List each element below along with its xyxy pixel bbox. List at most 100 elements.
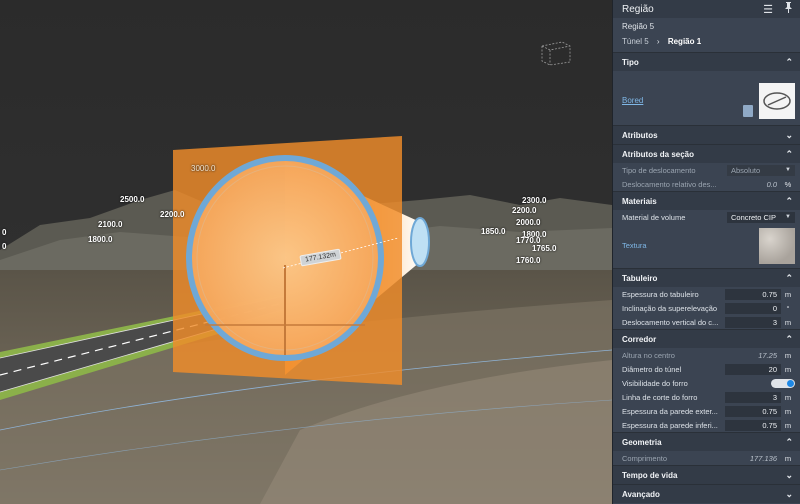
section-materiais[interactable]: Materiais ⌃ — [613, 191, 800, 210]
field-label: Deslocamento vertical do c... — [622, 317, 719, 327]
field-label: Comprimento — [622, 453, 668, 463]
field-label: Material de volume — [622, 212, 686, 222]
unit-label: m — [784, 392, 792, 402]
section-tempo-vida[interactable]: Tempo de vida ⌄ — [613, 465, 800, 484]
row-parede-inferior: Espessura da parede inferi... 0.75 m — [613, 418, 800, 432]
select-value: Absoluto — [731, 165, 761, 175]
chevron-down-icon: ⌄ — [785, 469, 793, 480]
elevation-label: 1765.0 — [532, 244, 557, 253]
panel-header: Região ☰ — [613, 0, 800, 18]
caret-down-icon: ▼ — [785, 167, 791, 173]
breadcrumb-parent[interactable]: Túnel 5 — [622, 37, 649, 46]
texture-swatch[interactable] — [759, 228, 795, 264]
row-altura-centro: Altura no centro 17.25 m — [613, 348, 800, 362]
section-label: Geometria — [622, 437, 662, 447]
row-tipo-deslocamento: Tipo de deslocamento Absoluto ▼ — [613, 163, 800, 177]
elevation-label: 1850.0 — [481, 227, 506, 236]
elevation-label: 1800.0 — [88, 235, 113, 244]
section-label: Atributos — [622, 130, 658, 140]
unit-label: m — [784, 406, 792, 416]
type-thumbnail[interactable] — [759, 83, 795, 119]
unit-label: % — [784, 179, 792, 189]
row-inclinacao: Inclinação da superelevação 0 ° — [613, 301, 800, 315]
row-material-volume: Material de volume Concreto CIP ▼ — [613, 210, 800, 224]
toggle-wrapper — [721, 378, 795, 388]
unit-label: m — [784, 420, 792, 430]
section-atributos-secao[interactable]: Atributos da seção ⌃ — [613, 144, 800, 163]
field-label: Tipo de deslocamento — [622, 165, 696, 175]
section-atributos[interactable]: Atributos ⌄ — [613, 125, 800, 144]
superelevation-input[interactable]: 0 — [725, 302, 781, 314]
properties-panel: Região ☰ Região 5 Túnel 5 › Região 1 Tip… — [612, 0, 800, 504]
chevron-down-icon: ⌄ — [785, 129, 793, 140]
elevation-label: 2200.0 — [160, 210, 185, 219]
row-linha-corte: Linha de corte do forro 3 m — [613, 390, 800, 404]
row-deslocamento-relativo: Deslocamento relativo des... 0.0 % — [613, 177, 800, 191]
field-label: Linha de corte do forro — [622, 392, 698, 402]
outer-wall-input[interactable]: 0.75 — [725, 405, 781, 417]
field-label: Inclinação da superelevação — [622, 303, 718, 313]
elevation-label: 1760.0 — [516, 256, 541, 265]
panel-subtitle: Região 5 — [622, 22, 655, 31]
field-label: Espessura do tabuleiro — [622, 289, 699, 299]
caret-down-icon: ▼ — [785, 214, 791, 220]
unit-label: m — [784, 289, 792, 299]
section-label: Corredor — [622, 334, 657, 344]
unit-label: m — [784, 317, 792, 327]
field-label: Diâmetro do túnel — [622, 364, 682, 374]
chevron-up-icon: ⌃ — [785, 436, 793, 447]
3d-viewport[interactable]: 3000.0 2500.0 2200.0 2100.0 1800.0 0 0 2… — [0, 0, 612, 504]
displacement-type-select[interactable]: Absoluto ▼ — [727, 164, 795, 176]
field-label: Altura no centro — [622, 350, 675, 360]
elevation-label: 2200.0 — [512, 206, 537, 215]
chevron-up-icon: ⌃ — [785, 195, 793, 206]
section-label: Atributos da seção — [622, 149, 695, 159]
chevron-up-icon: ⌃ — [785, 272, 793, 283]
scene-canvas[interactable] — [0, 0, 612, 504]
field-label: Deslocamento relativo des... — [622, 179, 717, 189]
lining-visibility-toggle[interactable] — [771, 378, 795, 388]
row-comprimento: Comprimento 177.136 m — [613, 451, 800, 465]
breadcrumb-current: Região 1 — [667, 37, 702, 46]
lower-wall-input[interactable]: 0.75 — [725, 419, 781, 431]
row-deslocamento-vertical: Deslocamento vertical do c... 3 m — [613, 315, 800, 329]
texture-label[interactable]: Textura — [622, 241, 759, 250]
section-label: Tempo de vida — [622, 470, 678, 480]
deck-thickness-input[interactable]: 0.75 — [725, 288, 781, 300]
chevron-right-icon: › — [656, 37, 660, 46]
length-value: 177.136 — [749, 453, 777, 463]
menu-icon[interactable]: ☰ — [761, 3, 775, 16]
section-tipo[interactable]: Tipo ⌃ — [613, 52, 800, 71]
relative-offset-value: 0.0 — [766, 179, 777, 189]
panel-title: Região — [622, 3, 654, 15]
row-diametro: Diâmetro do túnel 20 m — [613, 362, 800, 376]
chevron-up-icon: ⌃ — [785, 148, 793, 159]
field-label: Espessura da parede exter... — [622, 406, 718, 416]
section-avancado[interactable]: Avançado ⌄ — [613, 484, 800, 503]
row-espessura-tabuleiro: Espessura do tabuleiro 0.75 m — [613, 287, 800, 301]
section-tabuleiro[interactable]: Tabuleiro ⌃ — [613, 268, 800, 287]
row-parede-exterior: Espessura da parede exter... 0.75 m — [613, 404, 800, 418]
elevation-label: 2500.0 — [120, 195, 145, 204]
elevation-label: 2300.0 — [522, 196, 547, 205]
pin-icon[interactable] — [781, 2, 795, 16]
section-label: Avançado — [622, 489, 660, 499]
chevron-up-icon: ⌃ — [785, 56, 793, 67]
elevation-label: 0 — [2, 228, 7, 237]
section-label: Tabuleiro — [622, 273, 658, 283]
vertical-offset-input[interactable]: 3 — [725, 316, 781, 328]
elevation-label: 0 — [2, 242, 7, 251]
viewcube-icon[interactable] — [538, 38, 574, 66]
elevation-label: 3000.0 — [191, 164, 216, 173]
unit-label: m — [784, 350, 792, 360]
tunnel-diameter-input[interactable]: 20 — [725, 363, 781, 375]
select-value: Concreto CIP — [731, 212, 777, 222]
lining-cut-input[interactable]: 3 — [725, 391, 781, 403]
field-label: Visibilidade do forro — [622, 378, 688, 388]
volume-material-select[interactable]: Concreto CIP ▼ — [727, 211, 795, 223]
type-link[interactable]: Bored — [622, 96, 743, 105]
building-icon[interactable] — [743, 105, 753, 117]
field-label: Espessura da parede inferi... — [622, 420, 718, 430]
section-corredor[interactable]: Corredor ⌃ — [613, 329, 800, 348]
section-geometria[interactable]: Geometria ⌃ — [613, 432, 800, 451]
